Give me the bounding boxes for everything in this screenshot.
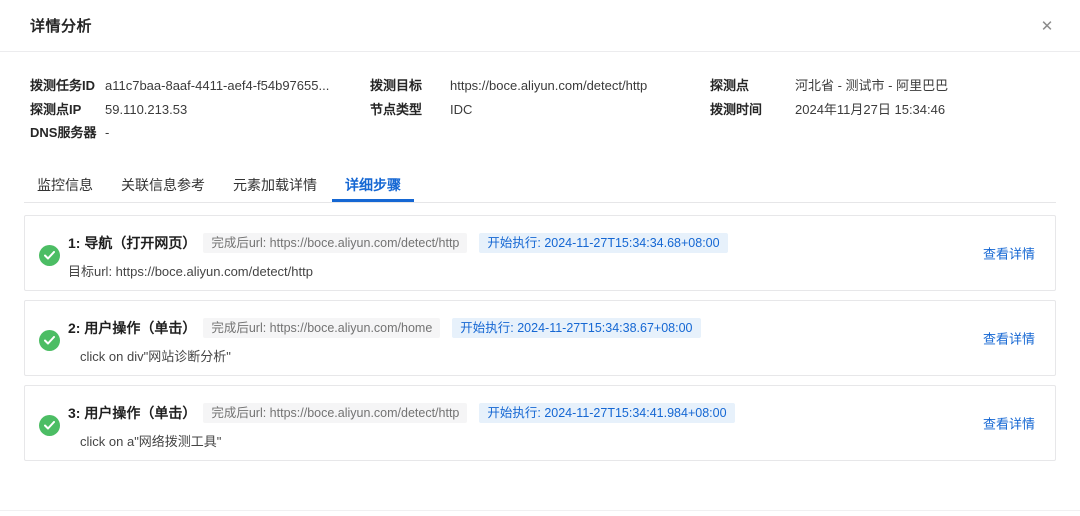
start-time-badge: 开始执行: 2024-11-27T15:34:38.67+08:00 <box>452 318 701 338</box>
info-row-dial-time: 拨测时间 2024年11月27日 15:34:46 <box>710 98 1056 122</box>
step-title: 1: 导航（打开网页） <box>68 235 197 251</box>
dns-server-label: DNS服务器 <box>30 125 97 140</box>
step-title: 2: 用户操作（单击） <box>68 320 197 336</box>
step-detail-text: click on a"网络拨测工具" <box>80 433 222 449</box>
close-icon[interactable]: ✕ <box>1034 13 1060 39</box>
step-detail-text: 目标url: https://boce.aliyun.com/detect/ht… <box>68 263 313 279</box>
info-row-target: 拨测目标 https://boce.aliyun.com/detect/http <box>370 74 710 98</box>
info-row-node-type: 节点类型 IDC <box>370 98 710 122</box>
probe-point-label: 探测点 <box>710 78 750 93</box>
tab-monitoring-info[interactable]: 监控信息 <box>24 171 106 202</box>
dialog-title: 详情分析 <box>30 18 93 35</box>
finish-url-badge: 完成后url: https://boce.aliyun.com/home <box>203 318 441 338</box>
probe-point-value: 河北省 - 测试市 - 阿里巴巴 <box>795 78 949 93</box>
success-check-icon <box>39 329 60 351</box>
tab-related-info[interactable]: 关联信息参考 <box>108 171 218 202</box>
probe-ip-label: 探测点IP <box>30 101 82 117</box>
node-type-label: 节点类型 <box>370 101 423 117</box>
step-headline: 3: 用户操作（单击） 完成后url: https://boce.aliyun.… <box>68 403 935 424</box>
task-id-value: a11c7baa-8aaf-4411-aef4-f54b97655... <box>105 78 330 93</box>
bottom-divider <box>0 510 1080 511</box>
dialog-header: 详情分析 ✕ <box>0 0 1080 52</box>
info-row-probe-point: 探测点 河北省 - 测试市 - 阿里巴巴 <box>710 74 1056 98</box>
tab-detailed-steps[interactable]: 详细步骤 <box>332 171 414 202</box>
step-card-2: 2: 用户操作（单击） 完成后url: https://boce.aliyun.… <box>24 299 1056 376</box>
step-detail-text: click on div"网站诊断分析" <box>80 348 231 364</box>
step-list: 1: 导航（打开网页） 完成后url: https://boce.aliyun.… <box>24 214 1056 461</box>
finish-url-badge: 完成后url: https://boce.aliyun.com/detect/h… <box>203 403 468 423</box>
info-column-3: 探测点 河北省 - 测试市 - 阿里巴巴 拨测时间 2024年11月27日 15… <box>710 74 1056 145</box>
view-detail-link[interactable]: 查看详情 <box>983 413 1035 432</box>
step-headline: 2: 用户操作（单击） 完成后url: https://boce.aliyun.… <box>68 318 935 339</box>
node-type-value: IDC <box>450 101 473 117</box>
view-detail-link[interactable]: 查看详情 <box>983 243 1035 262</box>
info-row-probe-ip: 探测点IP 59.110.213.53 <box>30 98 370 122</box>
start-time-badge: 开始执行: 2024-11-27T15:34:41.984+08:00 <box>479 403 735 423</box>
step-card-3: 3: 用户操作（单击） 完成后url: https://boce.aliyun.… <box>24 384 1056 461</box>
info-column-2: 拨测目标 https://boce.aliyun.com/detect/http… <box>370 74 710 145</box>
dial-time-value: 2024年11月27日 15:34:46 <box>795 101 946 117</box>
step-card-1: 1: 导航（打开网页） 完成后url: https://boce.aliyun.… <box>24 214 1056 291</box>
tab-bar: 监控信息 关联信息参考 元素加载详情 详细步骤 <box>24 171 1056 203</box>
start-time-badge: 开始执行: 2024-11-27T15:34:34.68+08:00 <box>479 233 728 253</box>
step-title: 3: 用户操作（单击） <box>68 405 197 421</box>
info-row-dns-server: DNS服务器 - <box>30 121 370 145</box>
dns-server-value: - <box>105 125 110 140</box>
info-column-1: 拨测任务ID a11c7baa-8aaf-4411-aef4-f54b97655… <box>30 74 370 145</box>
dial-time-label: 拨测时间 <box>710 101 763 117</box>
step-headline: 1: 导航（打开网页） 完成后url: https://boce.aliyun.… <box>68 233 935 254</box>
task-id-label: 拨测任务ID <box>30 78 96 93</box>
success-check-icon <box>39 414 60 436</box>
dialog-body: 拨测任务ID a11c7baa-8aaf-4411-aef4-f54b97655… <box>0 74 1080 461</box>
target-label: 拨测目标 <box>370 78 423 93</box>
tab-element-load-detail[interactable]: 元素加载详情 <box>220 171 330 202</box>
view-detail-link[interactable]: 查看详情 <box>983 328 1035 347</box>
success-check-icon <box>39 244 60 266</box>
info-row-task-id: 拨测任务ID a11c7baa-8aaf-4411-aef4-f54b97655… <box>30 74 370 98</box>
finish-url-badge: 完成后url: https://boce.aliyun.com/detect/h… <box>203 233 468 253</box>
task-info-grid: 拨测任务ID a11c7baa-8aaf-4411-aef4-f54b97655… <box>24 74 1056 145</box>
probe-ip-value: 59.110.213.53 <box>105 101 188 117</box>
target-value: https://boce.aliyun.com/detect/http <box>450 78 648 93</box>
